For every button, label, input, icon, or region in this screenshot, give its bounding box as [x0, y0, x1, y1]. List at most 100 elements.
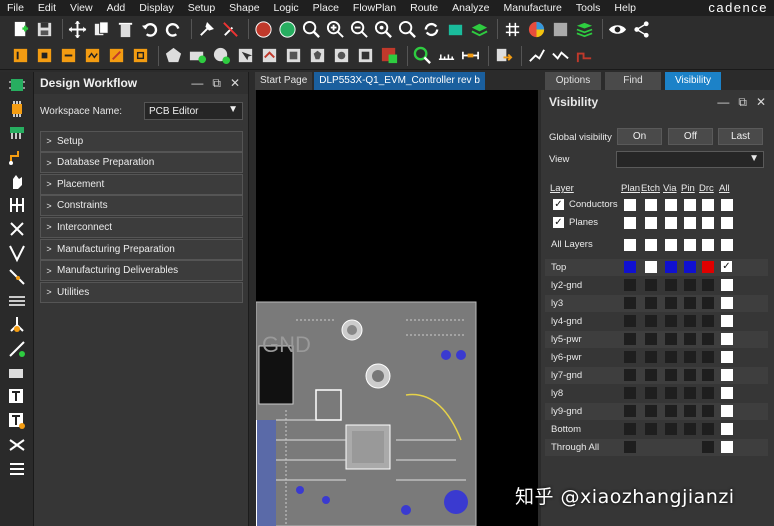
shadow-icon[interactable] — [550, 19, 571, 40]
add-line-icon[interactable] — [4, 338, 30, 360]
layer-plan-box[interactable] — [624, 369, 636, 381]
grid-icon[interactable] — [502, 19, 523, 40]
layer-plan-box[interactable] — [624, 333, 636, 345]
planes-drc-box[interactable] — [702, 217, 714, 229]
void-poly-icon[interactable] — [307, 45, 328, 66]
workflow-item-database-preparation[interactable]: > Database Preparation — [40, 152, 243, 174]
layer-all-box[interactable] — [721, 297, 733, 309]
float-icon[interactable]: ⧉ — [212, 76, 221, 91]
shape-icon[interactable] — [445, 19, 466, 40]
visibility-eye-icon[interactable] — [607, 19, 628, 40]
workflow-item-utilities[interactable]: > Utilities — [40, 281, 243, 303]
spacing-icon[interactable] — [4, 290, 30, 312]
menu-edit[interactable]: Edit — [31, 0, 63, 16]
layer-pin-box[interactable] — [684, 351, 696, 363]
slide-icon[interactable] — [550, 45, 571, 66]
float-icon[interactable]: ⧉ — [738, 95, 747, 110]
design-canvas[interactable]: GND — [256, 90, 538, 526]
layer-via-box[interactable] — [665, 351, 677, 363]
delete-icon[interactable] — [115, 19, 136, 40]
zoom-in-icon[interactable] — [301, 19, 322, 40]
planes-checkbox[interactable]: ✓ — [553, 217, 564, 228]
layer-etch-box[interactable] — [645, 405, 657, 417]
redo-icon[interactable] — [163, 19, 184, 40]
rectangle-icon[interactable] — [4, 362, 30, 384]
zoom-out-icon[interactable] — [349, 19, 370, 40]
layer-pin-box[interactable] — [684, 405, 696, 417]
zoom-fit-icon[interactable] — [325, 19, 346, 40]
workflow-item-manufacturing-deliverables[interactable]: > Manufacturing Deliverables — [40, 260, 243, 282]
tab-design[interactable]: DLP553X-Q1_EVM_Controller rev b — [314, 72, 485, 90]
layer-plan-box[interactable] — [624, 315, 636, 327]
top-pin-box[interactable] — [684, 261, 696, 273]
all-layers-etch-box[interactable] — [645, 239, 657, 251]
merge-shapes-icon[interactable] — [379, 45, 400, 66]
void-rect-icon[interactable] — [283, 45, 304, 66]
layer-etch-box[interactable] — [645, 297, 657, 309]
menu-manufacture[interactable]: Manufacture — [497, 0, 569, 16]
workflow-item-constraints[interactable]: > Constraints — [40, 195, 243, 217]
layer-all-box[interactable] — [721, 315, 733, 327]
planes-all-box[interactable] — [721, 217, 733, 229]
all-layers-all-box[interactable] — [721, 239, 733, 251]
layer-pin-box[interactable] — [684, 333, 696, 345]
workflow-item-placement[interactable]: > Placement — [40, 173, 243, 195]
all-layers-drc-box[interactable] — [702, 239, 714, 251]
void-circle-icon[interactable] — [331, 45, 352, 66]
menu-analyze[interactable]: Analyze — [445, 0, 496, 16]
text-add-icon[interactable] — [4, 386, 30, 408]
layer-all-box[interactable] — [721, 369, 733, 381]
layer-plan-box[interactable] — [624, 441, 636, 453]
shape-add-icon[interactable] — [187, 45, 208, 66]
component-icon[interactable] — [34, 45, 55, 66]
menu-view[interactable]: View — [63, 0, 100, 16]
menu-shape[interactable]: Shape — [222, 0, 266, 16]
bus-icon[interactable] — [4, 194, 30, 216]
layer-via-box[interactable] — [665, 315, 677, 327]
top-via-box[interactable] — [665, 261, 677, 273]
menu-file[interactable]: File — [0, 0, 31, 16]
minimize-icon[interactable]: — — [191, 76, 203, 91]
pentagon-icon[interactable] — [163, 45, 184, 66]
close-icon[interactable]: ✕ — [230, 76, 240, 91]
menu-tools[interactable]: Tools — [569, 0, 608, 16]
conductors-pin-box[interactable] — [684, 199, 696, 211]
layer-drc-box[interactable] — [702, 405, 714, 417]
diagonal-icon[interactable] — [4, 266, 30, 288]
layer-via-box[interactable] — [665, 297, 677, 309]
all-layers-pin-box[interactable] — [684, 239, 696, 251]
layer-pin-box[interactable] — [684, 279, 696, 291]
layer-via-box[interactable] — [665, 387, 677, 399]
conductors-drc-box[interactable] — [702, 199, 714, 211]
function-icon[interactable] — [82, 45, 103, 66]
view-select[interactable]: ▼ — [616, 151, 764, 168]
planes-etch-box[interactable] — [645, 217, 657, 229]
move-icon[interactable] — [67, 19, 88, 40]
rats-on-icon[interactable] — [277, 19, 298, 40]
layer-etch-box[interactable] — [645, 351, 657, 363]
minimize-icon[interactable]: — — [717, 95, 729, 110]
cut-icon[interactable] — [4, 434, 30, 456]
layer-etch-box[interactable] — [645, 279, 657, 291]
layer-all-box[interactable] — [721, 387, 733, 399]
section-icon[interactable] — [10, 45, 31, 66]
top-all-checkbox[interactable]: ✓ — [721, 261, 732, 272]
layer-plan-box[interactable] — [624, 405, 636, 417]
workspace-select[interactable]: PCB Editor ▼ — [144, 102, 243, 120]
menu-add[interactable]: Add — [100, 0, 133, 16]
layer-all-box[interactable] — [721, 405, 733, 417]
layer-all-box[interactable] — [721, 279, 733, 291]
layer-pin-box[interactable] — [684, 369, 696, 381]
layer-etch-box[interactable] — [645, 315, 657, 327]
copy-icon[interactable] — [91, 19, 112, 40]
layer-via-box[interactable] — [665, 279, 677, 291]
layer-via-box[interactable] — [665, 405, 677, 417]
conductors-checkbox[interactable]: ✓ — [553, 199, 564, 210]
share-icon[interactable] — [631, 19, 652, 40]
conductors-all-box[interactable] — [721, 199, 733, 211]
hand-icon[interactable] — [4, 170, 30, 192]
measure-icon[interactable] — [436, 45, 457, 66]
workflow-item-manufacturing-preparation[interactable]: > Manufacturing Preparation — [40, 238, 243, 260]
tab-start-page[interactable]: Start Page — [255, 72, 313, 90]
layer-etch-box[interactable] — [645, 333, 657, 345]
